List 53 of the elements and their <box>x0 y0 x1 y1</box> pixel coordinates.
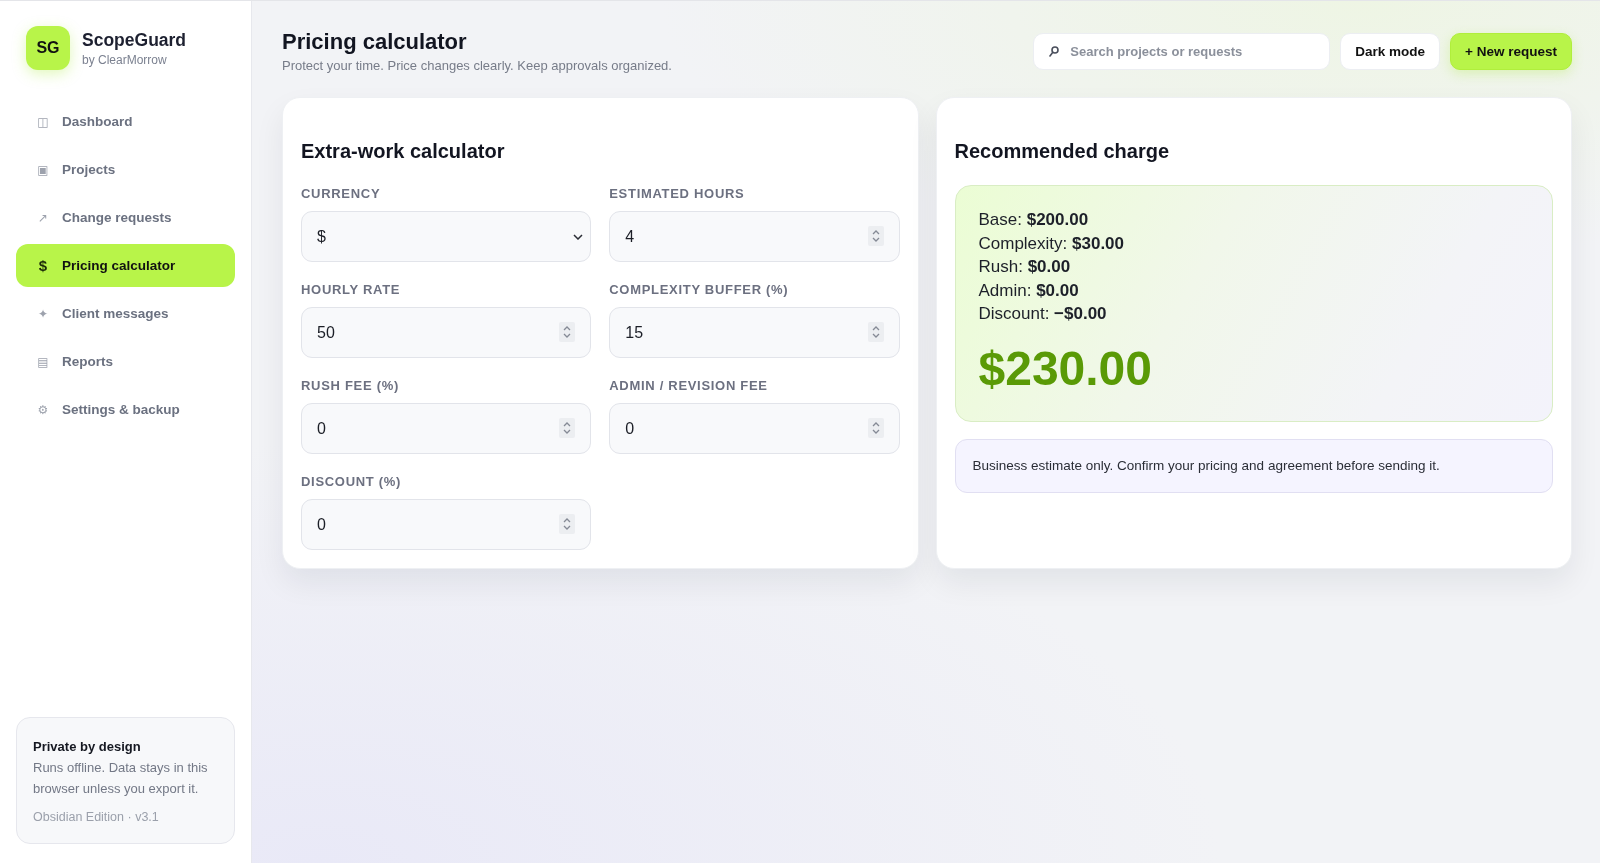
breakdown-line: Admin: $0.00 <box>978 279 1080 302</box>
number-input[interactable]: 50 <box>301 307 592 358</box>
number-input[interactable]: 4 <box>609 211 900 262</box>
field-label: CURRENCY <box>301 186 382 201</box>
dark-mode-button[interactable]: Dark mode <box>1340 33 1441 70</box>
nav-item[interactable]: ✦ Client messages <box>16 292 235 335</box>
logo: SG <box>26 26 70 70</box>
sparkle-icon: ✦ <box>36 306 50 321</box>
card-title: Recommended charge <box>954 139 1170 163</box>
arrow-icon: ↗ <box>36 210 50 225</box>
spin-arrows-icon[interactable] <box>559 514 576 534</box>
spin-arrows-icon[interactable] <box>559 322 576 342</box>
nav-item[interactable]: ▤ Reports <box>16 340 235 383</box>
list-icon: ▤ <box>36 354 50 369</box>
search-field[interactable]: Search projects or requests <box>1033 33 1331 70</box>
breakdown-line: Rush: $0.00 <box>978 256 1072 278</box>
disclaimer-note: Business estimate only. Confirm your pricing and agreement before sending it. <box>954 438 1553 493</box>
nav-item[interactable]: ◫ Dashboard <box>16 100 235 143</box>
field-label: ESTIMATED HOURS <box>609 186 746 201</box>
number-input[interactable]: 0 <box>301 403 592 454</box>
currency-select[interactable]: $ <box>301 211 592 262</box>
nav-item[interactable]: ▣ Projects <box>16 148 235 191</box>
field-label: RUSH FEE (%) <box>301 378 400 393</box>
breakdown-line: Base: $200.00 <box>978 209 1090 231</box>
page-subtitle: Protect your time. Price changes clearly. Keep approvals organized. <box>282 57 672 75</box>
new-request-button[interactable]: + New request <box>1450 33 1572 70</box>
privacy-text: Runs offline. Data stays in this browser unless you export it. <box>33 759 209 798</box>
breakdown-line: Complexity: $30.00 <box>978 232 1126 255</box>
card-title: Extra-work calculator <box>301 139 506 163</box>
gear-icon: ⚙ <box>36 402 50 417</box>
version-label: Obsidian Edition · v3.1 <box>33 809 160 826</box>
breakdown-line: Discount: −$0.00 <box>978 303 1108 325</box>
brand-name: ScopeGuard <box>82 29 187 51</box>
nav-item[interactable]: ⚙ Settings & backup <box>16 388 235 431</box>
field-label: HOURLY RATE <box>301 282 402 297</box>
columns-icon: ◫ <box>36 114 50 129</box>
privacy-title: Private by design <box>33 738 142 756</box>
field-label: COMPLEXITY BUFFER (%) <box>609 282 790 297</box>
number-input[interactable]: 0 <box>609 403 900 454</box>
chevron-down-icon <box>573 233 584 240</box>
number-input[interactable]: 0 <box>301 499 592 550</box>
field-label: DISCOUNT (%) <box>301 474 403 489</box>
field-label: ADMIN / REVISION FEE <box>609 378 769 393</box>
search-icon <box>1049 46 1060 57</box>
square-icon: ▣ <box>36 162 50 177</box>
dollar-icon: $ <box>36 257 50 274</box>
nav-item[interactable]: $ Pricing calculator <box>16 244 235 287</box>
number-input[interactable]: 15 <box>609 307 900 358</box>
page-title: Pricing calculator <box>282 29 468 55</box>
brand-byline: by ClearMorrow <box>82 53 168 67</box>
nav-item[interactable]: ↗ Change requests <box>16 196 235 239</box>
spin-arrows-icon[interactable] <box>559 418 576 438</box>
total-amount: $230.00 <box>978 340 1153 397</box>
